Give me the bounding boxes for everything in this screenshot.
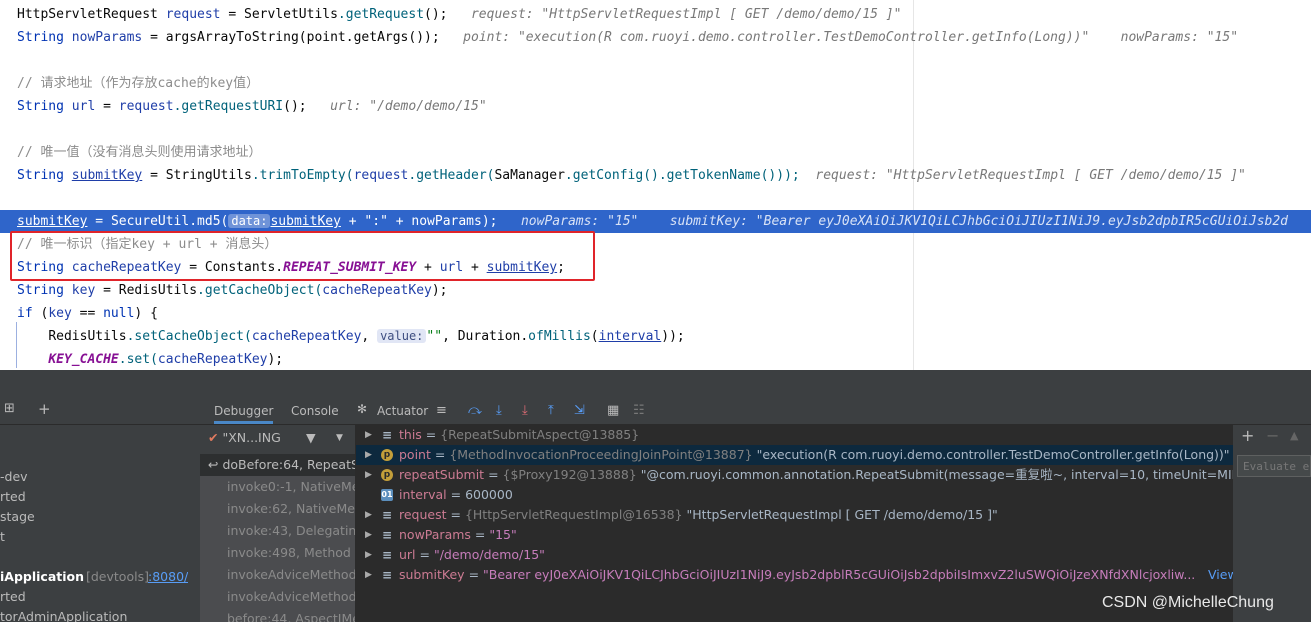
debug-tool-window: ⊞ + Debugger Console ✻ Actuator ≡ ⤼ ⤓ ⤓ …	[0, 370, 1311, 622]
parameter-icon: p	[381, 469, 393, 481]
code-line[interactable]: String key = RedisUtils.getCacheObject(c…	[0, 279, 1311, 302]
actuator-icon: ✻	[357, 402, 368, 416]
variable-row[interactable]: ▶ ≡ request = {HttpServletRequestImpl@16…	[356, 505, 1233, 525]
inline-debug-value: nowParams: "15"	[520, 214, 639, 229]
variables-panel: ▶ ≡ this = {RepeatSubmitAspect@13885} ▶ …	[356, 425, 1233, 622]
parameter-icon: p	[381, 449, 393, 461]
parameter-hint: value:	[377, 329, 427, 343]
expand-arrow-icon[interactable]: ▶	[365, 545, 372, 565]
trace-icon[interactable]: ☷	[633, 403, 645, 418]
inline-debug-value: point: "execution(R com.ruoyi.demo.contr…	[463, 30, 1090, 45]
evaluate-expression-input[interactable]: Evaluate e	[1237, 455, 1311, 477]
run-to-cursor-icon[interactable]: ⇲	[574, 403, 585, 418]
debug-top-strip	[0, 370, 1311, 399]
field-icon: ≡	[381, 528, 393, 542]
variable-row[interactable]: ▶ ≡ nowParams = "15"	[356, 525, 1233, 545]
expand-arrow-icon[interactable]: ▶	[365, 505, 372, 525]
expand-arrow-icon[interactable]: ▶	[365, 425, 372, 445]
thread-selector[interactable]: ✔ "XN...ING ▼ ▼	[208, 428, 355, 448]
stack-frame-selected[interactable]: ↩ doBefore:64, RepeatSubmitAspect	[200, 454, 355, 476]
stack-frame[interactable]: invoke:498, Method	[200, 542, 355, 564]
tab-actuator[interactable]: Actuator	[377, 398, 428, 424]
expand-arrow-icon[interactable]: ▶	[365, 465, 372, 485]
field-icon: ≡	[381, 568, 393, 582]
highlight-annotation-box	[10, 231, 595, 281]
stack-frame[interactable]: invokeAdviceMethod	[200, 586, 355, 608]
variable-row[interactable]: ▶ ≡ submitKey = "Bearer eyJ0eXAiOiJKV1Qi…	[356, 565, 1233, 585]
code-line[interactable]: String submitKey = StringUtils.trimToEmp…	[0, 164, 1311, 187]
parameter-hint: data:	[228, 214, 271, 228]
debug-tab-bar: ⊞ + Debugger Console ✻ Actuator ≡ ⤼ ⤓ ⤓ …	[0, 398, 1311, 425]
service-item[interactable]: -dev	[0, 467, 28, 487]
inline-debug-value: request: "HttpServletRequestImpl [ GET /…	[470, 7, 902, 22]
port-link[interactable]: :8080/	[148, 567, 188, 587]
expand-arrow-icon[interactable]: ▶	[365, 525, 372, 545]
step-into-icon[interactable]: ⤓	[496, 403, 502, 418]
service-item[interactable]: rted	[0, 487, 26, 507]
inline-debug-value: nowParams: "15"	[1120, 30, 1239, 45]
add-watch-icon[interactable]: +	[1241, 426, 1254, 445]
stack-frame[interactable]: invokeAdviceMethodWithGivenArgs	[200, 564, 355, 586]
code-line[interactable]: RedisUtils.setCacheObject(cacheRepeatKey…	[0, 325, 1311, 348]
remove-watch-icon[interactable]: −	[1266, 426, 1279, 445]
service-item-app[interactable]: iApplication	[0, 567, 84, 587]
step-out-icon[interactable]: ⤒	[548, 403, 554, 418]
tab-debugger[interactable]: Debugger	[214, 398, 274, 424]
inline-debug-value: url: "/demo/demo/15"	[330, 99, 487, 114]
code-line[interactable]: HttpServletRequest request = ServletUtil…	[0, 3, 1311, 26]
stack-frame[interactable]: invoke:62, NativeMethodAccessorImpl	[200, 498, 355, 520]
watermark: CSDN @MichelleChung	[1102, 594, 1274, 611]
variable-row[interactable]: ▶ ≡ this = {RepeatSubmitAspect@13885}	[356, 425, 1233, 445]
force-step-into-icon[interactable]: ⤓	[522, 403, 528, 418]
services-panel: -dev rted stage t iApplication [devtools…	[0, 425, 201, 622]
tab-console[interactable]: Console	[291, 398, 339, 424]
service-item[interactable]: torAdminApplication	[0, 607, 127, 622]
code-line[interactable]: if (key == null) {	[0, 302, 1311, 325]
expand-arrow-icon[interactable]: ▶	[365, 565, 372, 585]
view-link[interactable]: View	[1206, 565, 1233, 585]
service-item[interactable]: t	[0, 527, 5, 547]
field-icon: ≡	[381, 428, 393, 442]
chevron-down-icon[interactable]: ▼	[336, 428, 343, 448]
code-line[interactable]: String url = request.getRequestURI(); ur…	[0, 95, 1311, 118]
field-icon: ≡	[381, 548, 393, 562]
variable-row-selected[interactable]: ▶ p point = {MethodInvocationProceedingJ…	[356, 445, 1233, 465]
service-item[interactable]: rted	[0, 587, 26, 607]
code-line[interactable]: KEY_CACHE.set(cacheRepeatKey);	[0, 348, 1311, 370]
variable-row[interactable]: ▶ ≡ url = "/demo/demo/15"	[356, 545, 1233, 565]
inline-debug-value: request: "HttpServletRequestImpl [ GET /…	[815, 168, 1246, 183]
code-line[interactable]: String nowParams = argsArrayToString(poi…	[0, 26, 1311, 49]
frames-panel: ✔ "XN...ING ▼ ▼ ↩ doBefore:64, RepeatSub…	[200, 425, 356, 622]
stack-frame[interactable]: before:44, AspectJMethodBeforeAdvice	[200, 608, 355, 622]
current-execution-line[interactable]: submitKey = SecureUtil.md5(data: submitKe…	[0, 210, 1311, 233]
variable-row[interactable]: ▶ p repeatSubmit = {$Proxy192@13888} "@c…	[356, 465, 1233, 485]
variable-row[interactable]: 01 interval = 600000	[356, 485, 1233, 505]
code-line[interactable]: // 唯一值（没有消息头则使用请求地址）	[0, 141, 1311, 164]
menu-icon[interactable]: ≡	[436, 403, 447, 418]
service-item[interactable]: stage	[0, 507, 35, 527]
inline-debug-value: submitKey: "Bearer eyJ0eXAiOiJKV1QiLCJhb…	[669, 214, 1289, 229]
expand-arrow-icon[interactable]: ▶	[365, 445, 372, 465]
step-over-icon[interactable]: ⤼	[468, 403, 482, 418]
evaluate-icon[interactable]: ▦	[607, 403, 619, 418]
field-icon: ≡	[381, 508, 393, 522]
code-editor[interactable]: HttpServletRequest request = ServletUtil…	[0, 0, 1311, 370]
code-line[interactable]: // 请求地址（作为存放cache的key值）	[0, 72, 1311, 95]
filter-icon[interactable]: ▼	[306, 428, 316, 448]
add-icon[interactable]: +	[38, 400, 51, 418]
devtools-label: [devtools]	[86, 569, 149, 584]
check-icon: ✔	[208, 430, 219, 445]
return-icon: ↩	[208, 457, 223, 472]
stack-frame[interactable]: invoke0:-1, NativeMethodAccessorImpl	[200, 476, 355, 498]
layout-icon[interactable]: ⊞	[4, 401, 15, 416]
primitive-icon: 01	[381, 489, 393, 501]
move-up-icon[interactable]: ▲	[1290, 429, 1298, 442]
stack-frame[interactable]: invoke:43, DelegatingMethodAccessorImpl	[200, 520, 355, 542]
